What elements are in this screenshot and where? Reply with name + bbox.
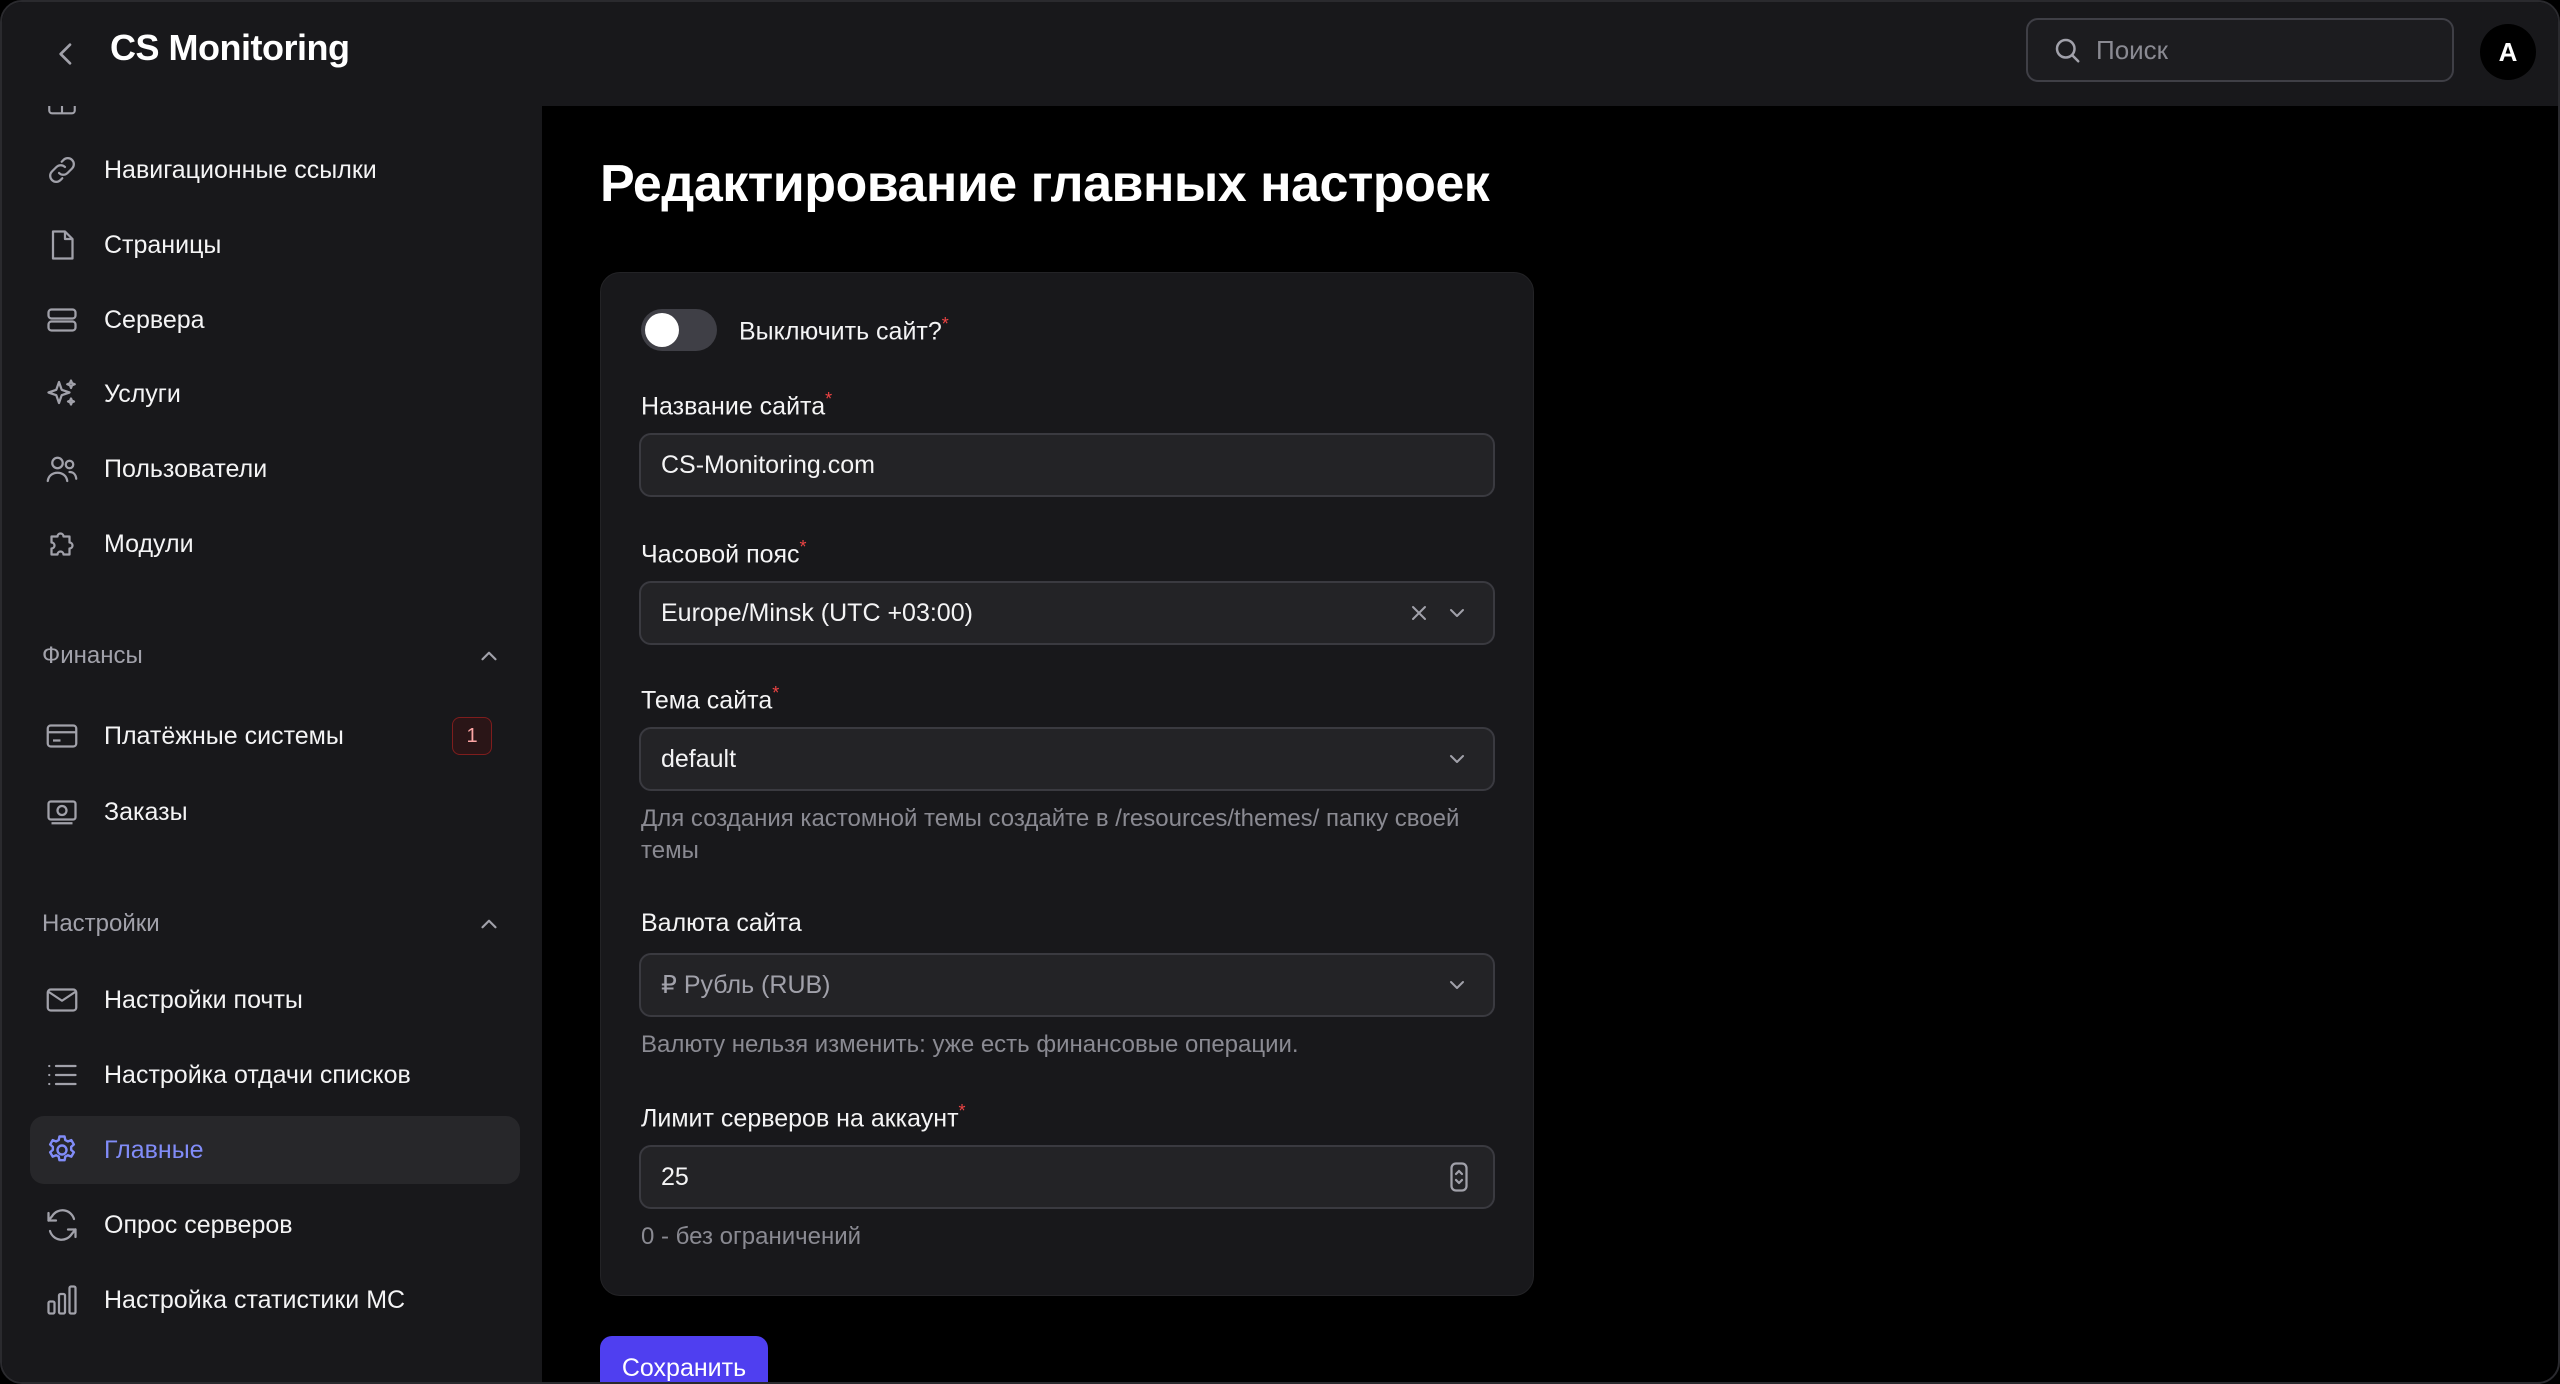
settings-form-card: Выключить сайт?* Название сайта* CS-Moni… — [600, 272, 1534, 1296]
currency-hint: Валюту нельзя изменить: уже есть финансо… — [641, 1031, 1299, 1058]
sidebar-item-label: Настройки почты — [104, 985, 303, 1014]
search-box[interactable] — [2026, 18, 2454, 82]
sidebar-item-mc-stats[interactable]: Настройка статистики МС — [30, 1266, 520, 1334]
cash-icon — [42, 792, 82, 832]
sidebar-item-mail-settings[interactable]: Настройки почты — [30, 966, 520, 1034]
list-icon — [42, 1055, 82, 1095]
server-limit-input[interactable]: 25 — [639, 1145, 1495, 1209]
required-marker: * — [941, 313, 949, 334]
file-icon — [42, 225, 82, 265]
theme-hint: Для создания кастомной темы создайте в /… — [641, 805, 1460, 864]
required-marker: * — [958, 1101, 966, 1121]
back-button[interactable] — [42, 30, 90, 78]
chevron-up-icon — [481, 651, 497, 661]
sidebar-item-label: Страницы — [104, 230, 222, 259]
sparkles-icon — [42, 374, 82, 414]
sidebar-item-label: Сервера — [104, 305, 205, 334]
sidebar-item-users[interactable]: Пользователи — [30, 435, 520, 503]
site-name-input[interactable]: CS-Monitoring.com — [639, 433, 1495, 497]
sidebar-item-hidden[interactable] — [30, 106, 520, 136]
sidebar-section-finance[interactable]: Финансы — [42, 632, 502, 680]
chevron-left-icon — [59, 43, 72, 65]
sidebar-item-label: Главные — [104, 1135, 204, 1164]
server-limit-hint: 0 - без ограничений — [641, 1223, 862, 1250]
save-button[interactable]: Сохранить — [600, 1336, 768, 1382]
bar-chart-icon — [42, 1280, 82, 1320]
required-marker: * — [799, 537, 807, 557]
required-marker: * — [825, 389, 833, 409]
clear-icon[interactable] — [1407, 601, 1431, 625]
currency-select[interactable]: ₽ Рубль (RUB) — [639, 953, 1495, 1017]
sidebar-item-label: Услуги — [104, 379, 181, 408]
sidebar-item-modules[interactable]: Модули — [30, 510, 520, 578]
link-icon — [42, 150, 82, 190]
server-limit-label: Лимит серверов на аккаунт* — [641, 1101, 966, 1133]
page-title: Редактирование главных настроек — [600, 155, 1490, 213]
timezone-label: Часовой пояс* — [641, 537, 807, 569]
sidebar-item-orders[interactable]: Заказы — [30, 778, 520, 846]
chevron-down-icon — [1450, 609, 1464, 617]
gear-icon — [42, 1130, 82, 1170]
count-badge: 1 — [452, 717, 492, 755]
sidebar-item-label: Настройка отдачи списков — [104, 1060, 411, 1089]
theme-label: Тема сайта* — [641, 683, 780, 715]
site-name-label: Название сайта* — [641, 389, 833, 421]
disable-site-toggle[interactable] — [641, 309, 717, 351]
section-label: Финансы — [42, 642, 143, 669]
sidebar-item-label: Заказы — [104, 797, 188, 826]
search-icon — [2055, 38, 2080, 63]
toggle-knob — [645, 313, 679, 347]
sidebar-item-label: Опрос серверов — [104, 1210, 293, 1239]
currency-value: ₽ Рубль (RUB) — [661, 971, 831, 999]
chevron-down-icon — [1450, 981, 1464, 989]
top-bar: CS Monitoring A — [2, 2, 2558, 106]
currency-label: Валюта сайта — [641, 909, 802, 937]
server-icon — [42, 300, 82, 340]
disable-site-row: Выключить сайт?* — [641, 309, 949, 351]
sidebar-item-label: Пользователи — [104, 454, 268, 483]
sidebar-section-settings[interactable]: Настройки — [42, 900, 502, 948]
site-name-value: CS-Monitoring.com — [661, 450, 875, 479]
sidebar-item-label: Платёжные системы — [104, 721, 344, 750]
chevron-up-icon — [481, 919, 497, 929]
app-title: CS Monitoring — [110, 27, 350, 68]
sidebar-item-payment-systems[interactable]: Платёжные системы 1 — [30, 702, 520, 770]
sidebar: Навигационные ссылки Страницы Сервера Ус… — [2, 106, 542, 1382]
timezone-value: Europe/Minsk (UTC +03:00) — [661, 598, 973, 627]
search-input[interactable] — [2096, 34, 2436, 66]
refresh-icon — [42, 1205, 82, 1245]
sidebar-item-label: Навигационные ссылки — [104, 155, 377, 184]
sidebar-item-label: Настройка статистики МС — [104, 1285, 406, 1314]
app-window: CS Monitoring A Навигационные ссылки Стр… — [0, 0, 2560, 1384]
theme-select[interactable]: default — [639, 727, 1495, 791]
timezone-select[interactable]: Europe/Minsk (UTC +03:00) — [639, 581, 1495, 645]
sidebar-item-label: Модули — [104, 529, 194, 558]
users-icon — [42, 449, 82, 489]
sidebar-item-servers[interactable]: Сервера — [30, 286, 520, 354]
theme-value: default — [661, 744, 737, 773]
sidebar-item-list-settings[interactable]: Настройка отдачи списков — [30, 1041, 520, 1109]
chevron-down-icon — [1450, 755, 1464, 763]
server-limit-value: 25 — [661, 1162, 689, 1191]
section-label: Настройки — [42, 910, 160, 937]
grid-icon — [42, 106, 82, 122]
sidebar-item-nav-links[interactable]: Навигационные ссылки — [30, 136, 520, 204]
required-marker: * — [772, 683, 780, 703]
sidebar-item-server-polling[interactable]: Опрос серверов — [30, 1191, 520, 1259]
avatar[interactable]: A — [2480, 24, 2536, 80]
sidebar-item-services[interactable]: Услуги — [30, 360, 520, 428]
sidebar-item-pages[interactable]: Страницы — [30, 211, 520, 279]
credit-card-icon — [42, 716, 82, 756]
sidebar-item-general[interactable]: Главные — [30, 1116, 520, 1184]
puzzle-icon — [42, 524, 82, 564]
disable-site-label: Выключить сайт?* — [739, 313, 949, 346]
mail-icon — [42, 980, 82, 1020]
number-stepper-icon[interactable] — [1449, 1162, 1469, 1192]
